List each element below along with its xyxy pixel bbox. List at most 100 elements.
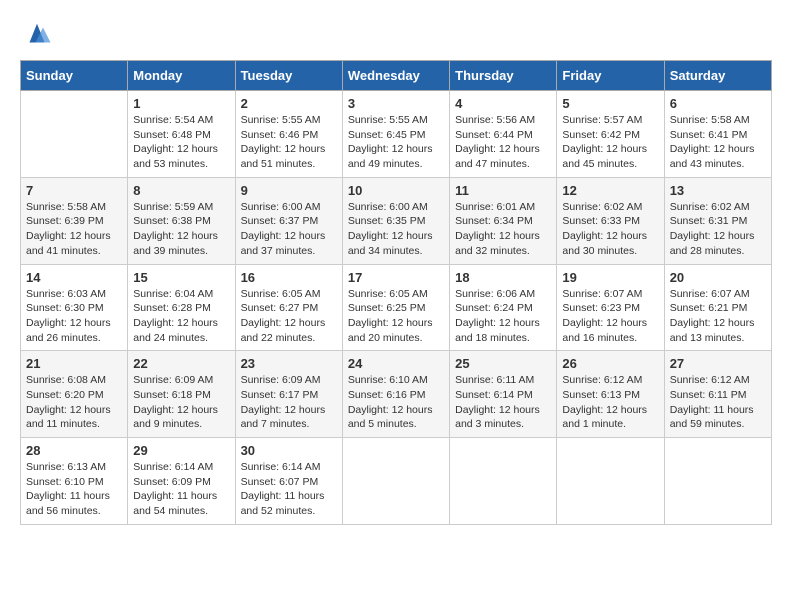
calendar-cell: 25 Sunrise: 6:11 AM Sunset: 6:14 PM Dayli… [450,351,557,438]
day-number: 18 [455,270,551,285]
header-thursday: Thursday [450,61,557,91]
calendar-cell: 13Sunrise: 6:02 AM Sunset: 6:31 PM Dayli… [664,177,771,264]
calendar-cell: 26 Sunrise: 6:12 AM Sunset: 6:13 PM Dayli… [557,351,664,438]
cell-info: Sunrise: 6:09 AM Sunset: 6:18 PM Dayligh… [133,373,229,432]
cell-info: Sunrise: 6:12 AM Sunset: 6:11 PM Dayligh… [670,373,766,432]
calendar-cell: 16Sunrise: 6:05 AM Sunset: 6:27 PM Dayli… [235,264,342,351]
calendar-cell: 20 Sunrise: 6:07 AM Sunset: 6:21 PM Dayli… [664,264,771,351]
day-number: 26 [562,356,658,371]
day-number: 12 [562,183,658,198]
week-row-1: 7 Sunrise: 5:58 AM Sunset: 6:39 PM Daylig… [21,177,772,264]
calendar-cell: 6 Sunrise: 5:58 AM Sunset: 6:41 PM Daylig… [664,91,771,178]
calendar-cell: 18 Sunrise: 6:06 AM Sunset: 6:24 PM Dayli… [450,264,557,351]
day-number: 30 [241,443,337,458]
cell-info: Sunrise: 5:55 AM Sunset: 6:45 PM Dayligh… [348,113,444,172]
calendar-body: 1Sunrise: 5:54 AM Sunset: 6:48 PM Daylig… [21,91,772,525]
header-monday: Monday [128,61,235,91]
day-number: 6 [670,96,766,111]
cell-info: Sunrise: 6:14 AM Sunset: 6:07 PM Dayligh… [241,460,337,519]
cell-info: Sunrise: 6:07 AM Sunset: 6:23 PM Dayligh… [562,287,658,346]
cell-info: Sunrise: 6:04 AM Sunset: 6:28 PM Dayligh… [133,287,229,346]
day-number: 3 [348,96,444,111]
calendar-cell: 12 Sunrise: 6:02 AM Sunset: 6:33 PM Dayli… [557,177,664,264]
day-number: 14 [26,270,122,285]
header-friday: Friday [557,61,664,91]
calendar-cell: 29Sunrise: 6:14 AM Sunset: 6:09 PM Dayli… [128,438,235,525]
day-number: 25 [455,356,551,371]
header-row: SundayMondayTuesdayWednesdayThursdayFrid… [21,61,772,91]
day-number: 27 [670,356,766,371]
week-row-0: 1Sunrise: 5:54 AM Sunset: 6:48 PM Daylig… [21,91,772,178]
calendar-cell: 15 Sunrise: 6:04 AM Sunset: 6:28 PM Dayli… [128,264,235,351]
calendar-cell: 21 Sunrise: 6:08 AM Sunset: 6:20 PM Dayli… [21,351,128,438]
day-number: 15 [133,270,229,285]
day-number: 10 [348,183,444,198]
calendar-cell [557,438,664,525]
week-row-3: 21 Sunrise: 6:08 AM Sunset: 6:20 PM Dayli… [21,351,772,438]
header-wednesday: Wednesday [342,61,449,91]
calendar-cell: 30 Sunrise: 6:14 AM Sunset: 6:07 PM Dayli… [235,438,342,525]
calendar-cell: 24 Sunrise: 6:10 AM Sunset: 6:16 PM Dayli… [342,351,449,438]
cell-info: Sunrise: 6:14 AM Sunset: 6:09 PM Dayligh… [133,460,229,519]
day-number: 17 [348,270,444,285]
calendar-cell: 2Sunrise: 5:55 AM Sunset: 6:46 PM Daylig… [235,91,342,178]
cell-info: Sunrise: 5:54 AM Sunset: 6:48 PM Dayligh… [133,113,229,172]
cell-info: Sunrise: 6:12 AM Sunset: 6:13 PM Dayligh… [562,373,658,432]
calendar-cell [342,438,449,525]
day-number: 19 [562,270,658,285]
day-number: 23 [241,356,337,371]
calendar-cell: 3 Sunrise: 5:55 AM Sunset: 6:45 PM Daylig… [342,91,449,178]
header-saturday: Saturday [664,61,771,91]
day-number: 20 [670,270,766,285]
cell-info: Sunrise: 5:59 AM Sunset: 6:38 PM Dayligh… [133,200,229,259]
cell-info: Sunrise: 6:03 AM Sunset: 6:30 PM Dayligh… [26,287,122,346]
cell-info: Sunrise: 6:08 AM Sunset: 6:20 PM Dayligh… [26,373,122,432]
cell-info: Sunrise: 6:10 AM Sunset: 6:16 PM Dayligh… [348,373,444,432]
cell-info: Sunrise: 6:07 AM Sunset: 6:21 PM Dayligh… [670,287,766,346]
calendar-cell [664,438,771,525]
calendar-cell [450,438,557,525]
calendar-cell: 19 Sunrise: 6:07 AM Sunset: 6:23 PM Dayli… [557,264,664,351]
cell-info: Sunrise: 6:13 AM Sunset: 6:10 PM Dayligh… [26,460,122,519]
day-number: 11 [455,183,551,198]
day-number: 24 [348,356,444,371]
day-number: 5 [562,96,658,111]
calendar-cell [21,91,128,178]
cell-info: Sunrise: 5:58 AM Sunset: 6:39 PM Dayligh… [26,200,122,259]
header-sunday: Sunday [21,61,128,91]
calendar-cell: 17 Sunrise: 6:05 AM Sunset: 6:25 PM Dayli… [342,264,449,351]
calendar-cell: 8 Sunrise: 5:59 AM Sunset: 6:38 PM Daylig… [128,177,235,264]
cell-info: Sunrise: 6:09 AM Sunset: 6:17 PM Dayligh… [241,373,337,432]
header-tuesday: Tuesday [235,61,342,91]
day-number: 7 [26,183,122,198]
calendar-table: SundayMondayTuesdayWednesdayThursdayFrid… [20,60,772,525]
day-number: 28 [26,443,122,458]
calendar-cell: 27 Sunrise: 6:12 AM Sunset: 6:11 PM Dayli… [664,351,771,438]
cell-info: Sunrise: 6:02 AM Sunset: 6:33 PM Dayligh… [562,200,658,259]
cell-info: Sunrise: 6:00 AM Sunset: 6:35 PM Dayligh… [348,200,444,259]
logo-icon [22,20,52,50]
calendar-header: SundayMondayTuesdayWednesdayThursdayFrid… [21,61,772,91]
cell-info: Sunrise: 6:05 AM Sunset: 6:27 PM Dayligh… [241,287,337,346]
week-row-2: 14 Sunrise: 6:03 AM Sunset: 6:30 PM Dayli… [21,264,772,351]
cell-info: Sunrise: 5:58 AM Sunset: 6:41 PM Dayligh… [670,113,766,172]
calendar-cell: 5Sunrise: 5:57 AM Sunset: 6:42 PM Daylig… [557,91,664,178]
cell-info: Sunrise: 6:06 AM Sunset: 6:24 PM Dayligh… [455,287,551,346]
cell-info: Sunrise: 6:01 AM Sunset: 6:34 PM Dayligh… [455,200,551,259]
day-number: 2 [241,96,337,111]
cell-info: Sunrise: 5:56 AM Sunset: 6:44 PM Dayligh… [455,113,551,172]
calendar-cell: 11 Sunrise: 6:01 AM Sunset: 6:34 PM Dayli… [450,177,557,264]
day-number: 9 [241,183,337,198]
calendar-cell: 14 Sunrise: 6:03 AM Sunset: 6:30 PM Dayli… [21,264,128,351]
cell-info: Sunrise: 6:11 AM Sunset: 6:14 PM Dayligh… [455,373,551,432]
cell-info: Sunrise: 6:05 AM Sunset: 6:25 PM Dayligh… [348,287,444,346]
calendar-cell: 23 Sunrise: 6:09 AM Sunset: 6:17 PM Dayli… [235,351,342,438]
cell-info: Sunrise: 6:00 AM Sunset: 6:37 PM Dayligh… [241,200,337,259]
day-number: 8 [133,183,229,198]
calendar-cell: 4Sunrise: 5:56 AM Sunset: 6:44 PM Daylig… [450,91,557,178]
calendar-cell: 10 Sunrise: 6:00 AM Sunset: 6:35 PM Dayli… [342,177,449,264]
day-number: 21 [26,356,122,371]
calendar-cell: 9 Sunrise: 6:00 AM Sunset: 6:37 PM Daylig… [235,177,342,264]
day-number: 13 [670,183,766,198]
logo [20,20,52,50]
